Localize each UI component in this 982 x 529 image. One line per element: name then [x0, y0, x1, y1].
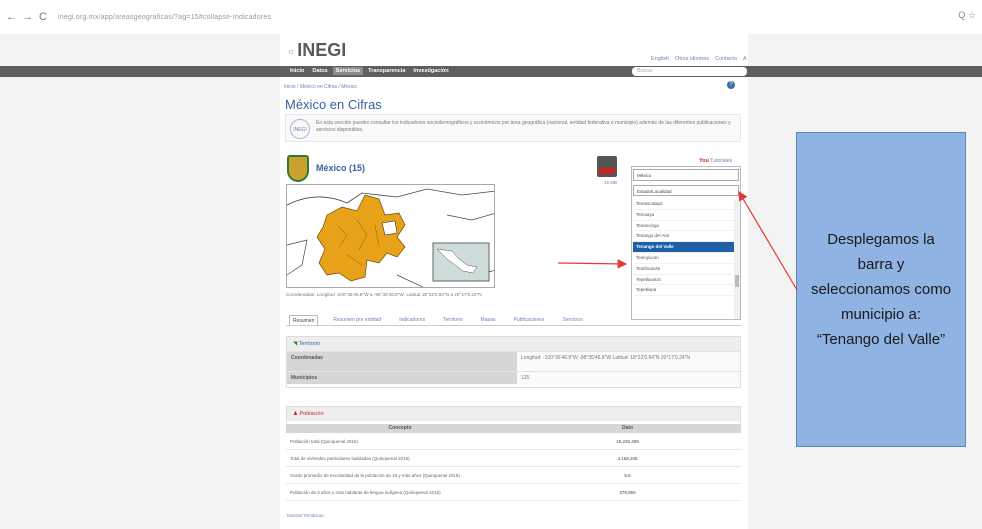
municipio-select[interactable]: Estado/Localidad [633, 185, 739, 196]
address-bar[interactable]: inegi.org.mx/app/areasgeograficas/?ag=15… [58, 14, 271, 21]
reload-icon[interactable]: C [38, 10, 48, 24]
help-icon[interactable]: ? [727, 81, 735, 89]
cell-concepto: Total de viviendas particulares habitada… [290, 455, 410, 461]
dropdown-scrollbar[interactable] [734, 199, 740, 319]
cell-dato: 16,225,409 [616, 438, 639, 444]
state-map[interactable] [286, 184, 495, 288]
tab-divider [286, 325, 741, 326]
link-otros-idiomas[interactable]: Otros idiomas [675, 56, 709, 62]
tutorials-label: Tutoriales [710, 158, 733, 164]
font-size-icon[interactable]: A [743, 56, 747, 62]
poblacion-title: Población [299, 411, 324, 417]
youtube-icon: You [699, 158, 709, 164]
browser-toolbar: ← → C inegi.org.mx/app/areasgeograficas/… [0, 0, 982, 34]
nav-servicios[interactable]: Servicios [332, 67, 364, 75]
nav-datos[interactable]: Datos [309, 67, 330, 75]
search-input[interactable]: Buscar [632, 67, 747, 76]
cell-dato: 9.5 [624, 472, 631, 478]
breadcrumb[interactable]: Inicio / México en Cifras / México [284, 84, 357, 90]
cell-concepto: Población total (Quinquenal 2015) [290, 438, 359, 444]
back-arrow-icon[interactable]: ← [6, 10, 17, 24]
poblacion-table: Concepto Dato Población total (Quinquena… [286, 424, 741, 501]
table-row: Coordenadas Longitud: -100°36'46.8"W -98… [287, 351, 740, 371]
table-row: Total de viviendas particulares habitada… [286, 450, 741, 467]
state-name: México (15) [316, 163, 366, 173]
logo-text: INEGI [297, 40, 347, 60]
option-temoaya[interactable]: Temoaya [633, 210, 734, 221]
option-tenancingo[interactable]: Tenancingo [633, 221, 734, 232]
row-value: 125 [517, 372, 740, 384]
cell-concepto: Población de 3 años y más hablante de le… [290, 489, 441, 495]
top-links: English Otros idiomas Contacto A [651, 56, 747, 62]
nav-investigacion[interactable]: Investigación [410, 67, 451, 75]
pdf-size-label[interactable]: 15 MB [604, 180, 617, 185]
poblacion-header[interactable]: ♟ Población [287, 407, 740, 421]
callout-text: Desplegamos la barra y seleccionamos com… [810, 231, 952, 348]
option-tepetlaoxtoc[interactable]: Tepetlaoxtoc [633, 275, 734, 286]
main-navbar [0, 66, 982, 77]
coordinates-text: Coordenadas: Longitud -100°36'46.8"W a -… [286, 292, 482, 297]
option-teoloyucan[interactable]: Teoloyucan [633, 253, 734, 264]
option-tepetlixpa[interactable]: Tepetlixpa [633, 285, 734, 297]
intro-box: INEGI En esta sección puedes consultar l… [285, 114, 741, 142]
table-row: Población total (Quinquenal 2015) 16,225… [286, 433, 741, 450]
link-english[interactable]: English [651, 56, 669, 62]
scrollbar-thumb[interactable] [735, 275, 739, 287]
municipio-options: Temascalapa Temoaya Tenancingo Tenango d… [633, 199, 734, 319]
entidad-select[interactable]: México [633, 169, 739, 181]
cell-concepto: Grado promedio de escolaridad de la pobl… [290, 472, 460, 478]
option-teotihuacan[interactable]: Teotihuacán [633, 264, 734, 275]
nav-inicio[interactable]: Inicio [287, 67, 307, 75]
col-dato: Dato [621, 425, 634, 431]
table-header: Concepto Dato [286, 424, 741, 433]
state-coat-of-arms-icon [287, 155, 309, 182]
forward-arrow-icon[interactable]: → [22, 10, 33, 24]
show-themes-link[interactable]: Mostrar Temáticas [287, 513, 324, 518]
intro-text: En esta sección puedes consultar los ind… [316, 120, 731, 133]
territorio-header[interactable]: ◥ Territorio [287, 337, 740, 351]
table-row: Grado promedio de escolaridad de la pobl… [286, 467, 741, 484]
annotation-callout: Desplegamos la barra y seleccionamos com… [796, 132, 966, 447]
cell-dato: 4,168,206 [617, 455, 638, 461]
link-contacto[interactable]: Contacto [715, 56, 737, 62]
territorio-title: Territorio [298, 341, 321, 347]
page-title: México en Cifras [285, 97, 382, 112]
nav-transparencia[interactable]: Transparencia [365, 67, 408, 75]
state-territory [316, 194, 406, 282]
row-key: Coordenadas [287, 352, 517, 371]
inegi-logo[interactable]: ☼ INEGI [287, 40, 346, 61]
cell-dato: 379,959 [619, 489, 636, 495]
youtube-tutorials-link[interactable]: You Tutoriales [699, 158, 732, 164]
inegi-seal-icon: INEGI [290, 119, 310, 139]
poblacion-section: ♟ Población [286, 406, 741, 424]
option-temascalapa[interactable]: Temascalapa [633, 199, 734, 210]
territorio-section: ◥ Territorio Coordenadas Longitud: -100°… [286, 336, 741, 388]
table-row: Municipios 125 [287, 371, 740, 384]
pdf-download-icon[interactable] [597, 156, 617, 177]
row-value: Longitud: -100°36'46.8"W -98°35'46.8"W L… [517, 352, 740, 371]
row-key: Municipios [287, 372, 517, 384]
table-row: Población de 3 años y más hablante de le… [286, 484, 741, 501]
option-tenango-del-aire[interactable]: Tenango del Aire [633, 231, 734, 243]
browser-menu-icons[interactable]: Q ☆ [958, 10, 976, 21]
main-nav: Inicio Datos Servicios Transparencia Inv… [287, 67, 452, 75]
col-concepto: Concepto [388, 425, 412, 431]
option-tenango-del-valle[interactable]: Tenango del Valle [633, 242, 734, 253]
map-graphic [287, 188, 494, 287]
